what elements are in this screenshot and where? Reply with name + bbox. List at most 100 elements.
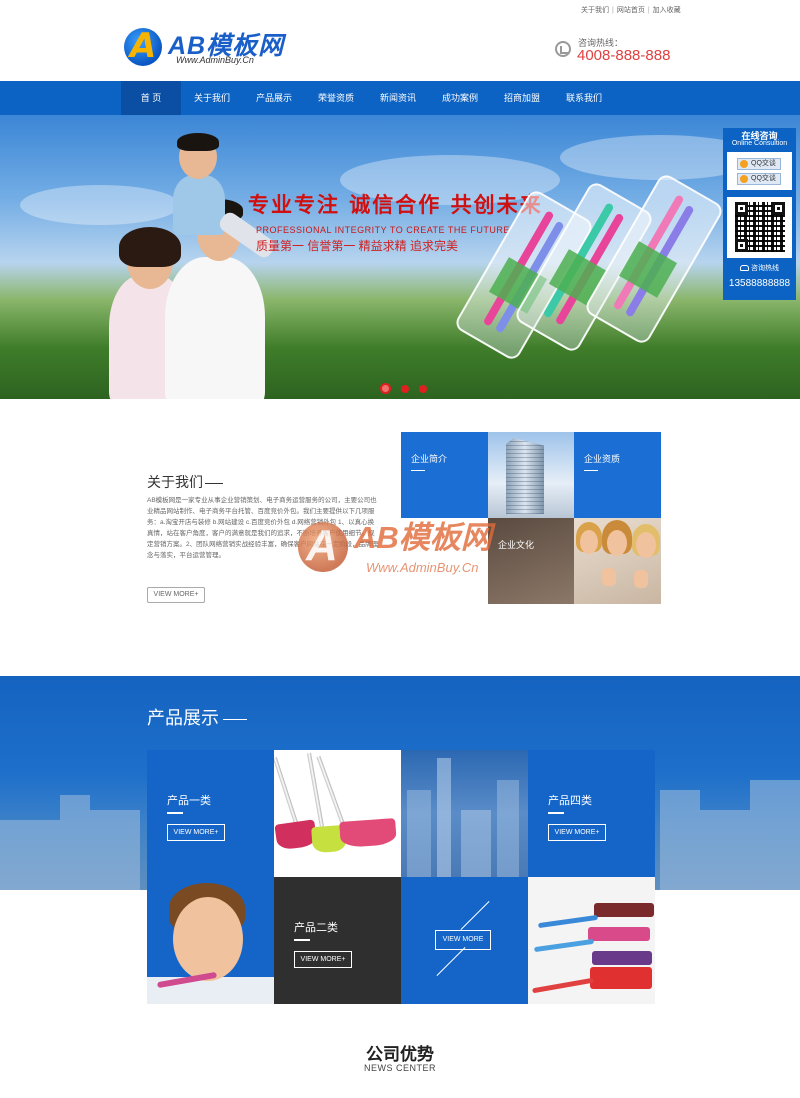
tile-label-text: 企业简介 (411, 454, 448, 464)
watermark-logo: AB模板网 Www.AdminBuy.Cn (298, 508, 528, 588)
banner-slogan: 专业专注 诚信合作 共创未来 (248, 192, 543, 217)
banner-family-image (105, 133, 295, 399)
qq-chat-button[interactable]: QQ交谈 (737, 173, 781, 185)
child-face (173, 897, 243, 981)
category-view-more-button[interactable]: VIEW MORE+ (294, 951, 352, 968)
tile-label: 企业简介 (411, 452, 447, 471)
broom-head (339, 818, 397, 848)
city-building (60, 795, 90, 890)
separator: | (647, 7, 650, 14)
slider-dots (380, 383, 427, 394)
category-view-more-button[interactable]: VIEW MORE+ (548, 824, 606, 841)
slider-dot[interactable] (419, 384, 427, 393)
phone-icon (555, 41, 571, 57)
nav-item-contact[interactable]: 联系我们 (553, 81, 615, 115)
nav-item-products[interactable]: 产品展示 (243, 81, 305, 115)
qq-chat-label: QQ交谈 (751, 175, 776, 182)
tile-label: 企业资质 (584, 452, 620, 471)
brush-bristles (590, 967, 652, 989)
category-underline (548, 812, 564, 814)
father-body (165, 257, 265, 399)
header-hotline: 咨询热线： 4008-888-888 (555, 36, 685, 68)
nav-item-cases[interactable]: 成功案例 (429, 81, 491, 115)
tile-company-intro[interactable]: 企业简介 (401, 432, 488, 518)
brush-handle (537, 914, 599, 929)
category-label: 产品一类 (167, 795, 211, 807)
product-image-brooms[interactable] (274, 750, 401, 877)
title-underline (205, 482, 223, 484)
city-building (660, 790, 700, 890)
tile-team-image (574, 518, 661, 604)
brush-bristles (592, 951, 652, 965)
city-tower (407, 790, 431, 877)
product-image-brushes[interactable] (528, 877, 655, 1004)
nav-item-home[interactable]: 首 页 (121, 81, 181, 115)
product-view-more-tile[interactable]: VIEW MORE (401, 877, 528, 1004)
city-tower (461, 810, 491, 877)
brush-bristles (594, 903, 654, 917)
watermark-icon (298, 521, 348, 572)
top-links: 关于我们 | 网站首页 | 加入收藏 (581, 5, 681, 15)
logo-icon (124, 26, 162, 66)
nav-item-honors[interactable]: 荣誉资质 (305, 81, 367, 115)
top-link-about[interactable]: 关于我们 (581, 7, 609, 14)
advantages-title: 公司优势 (366, 1045, 434, 1064)
slider-dot[interactable] (380, 383, 391, 394)
qq-chat-label: QQ交谈 (751, 160, 776, 167)
about-view-more-button[interactable]: VIEW MORE+ (147, 587, 205, 603)
brush-handle (532, 977, 594, 994)
city-building (700, 810, 750, 890)
product-category-2[interactable]: 产品二类 VIEW MORE+ (274, 877, 401, 1004)
category-label: 产品二类 (294, 922, 338, 934)
logo-subtext: Www.AdminBuy.Cn (176, 55, 254, 65)
city-building (90, 810, 140, 890)
qq-icon (740, 175, 748, 183)
person-face (580, 530, 598, 554)
person-face (607, 530, 627, 556)
main-nav: 首 页 关于我们 产品展示 荣誉资质 新闻资讯 成功案例 招商加盟 联系我们 (0, 81, 800, 115)
qr-corner (735, 239, 748, 252)
brush-handle (533, 938, 595, 953)
consult-subtitle: Online Consultion (731, 140, 788, 147)
title-underline (223, 718, 247, 720)
category-underline (167, 812, 183, 814)
separator: | (612, 7, 614, 14)
nav-item-join[interactable]: 招商加盟 (491, 81, 553, 115)
mother-hair (119, 227, 181, 267)
slider-dot[interactable] (401, 384, 409, 393)
nav-item-about[interactable]: 关于我们 (181, 81, 243, 115)
qq-chat-button[interactable]: QQ交谈 (737, 158, 781, 170)
about-title-text: 关于我们 (147, 474, 203, 490)
products-title-text: 产品展示 (147, 708, 219, 728)
products-grid: 产品一类 VIEW MORE+ 产品四类 VIEW MORE+ 产品二类 VIE… (147, 750, 655, 1004)
qr-corner (772, 202, 785, 215)
qr-code-image (735, 202, 785, 252)
product-city-image (401, 750, 528, 877)
product-category-1[interactable]: 产品一类 VIEW MORE+ (147, 750, 274, 877)
decorative-line (460, 901, 490, 930)
top-link-bookmark[interactable]: 加入收藏 (653, 7, 681, 14)
online-consult-panel: 在线咨询 Online Consultion QQ交谈 QQ交谈 咨询热线 13… (723, 128, 796, 300)
thumbs-up-hand (634, 570, 648, 588)
nav-item-news[interactable]: 新闻资讯 (367, 81, 429, 115)
tile-company-qualification[interactable]: 企业资质 (574, 432, 661, 518)
telephone-icon (740, 265, 749, 272)
center-view-more-button[interactable]: VIEW MORE (435, 930, 491, 950)
qr-corner (735, 202, 748, 215)
product-image-child[interactable] (147, 877, 274, 1004)
child-body (173, 175, 225, 235)
watermark-text: AB模板网 (354, 520, 492, 555)
about-title: 关于我们 (147, 472, 223, 492)
broom-handle (274, 757, 300, 830)
person-face (636, 532, 656, 558)
decorative-line (436, 947, 466, 976)
hotline-number: 4008-888-888 (577, 47, 671, 64)
consult-hotline-label-row: 咨询热线 (723, 263, 796, 273)
product-category-4[interactable]: 产品四类 VIEW MORE+ (528, 750, 655, 877)
banner-slogan-en: PROFESSIONAL INTEGRITY TO CREATE THE FUT… (256, 225, 510, 235)
site-logo[interactable]: AB模板网 Www.AdminBuy.Cn (124, 24, 294, 68)
top-link-home[interactable]: 网站首页 (617, 7, 645, 14)
thumbs-up-hand (602, 568, 616, 586)
category-view-more-button[interactable]: VIEW MORE+ (167, 824, 225, 841)
consult-hotline-number: 13588888888 (728, 278, 791, 289)
